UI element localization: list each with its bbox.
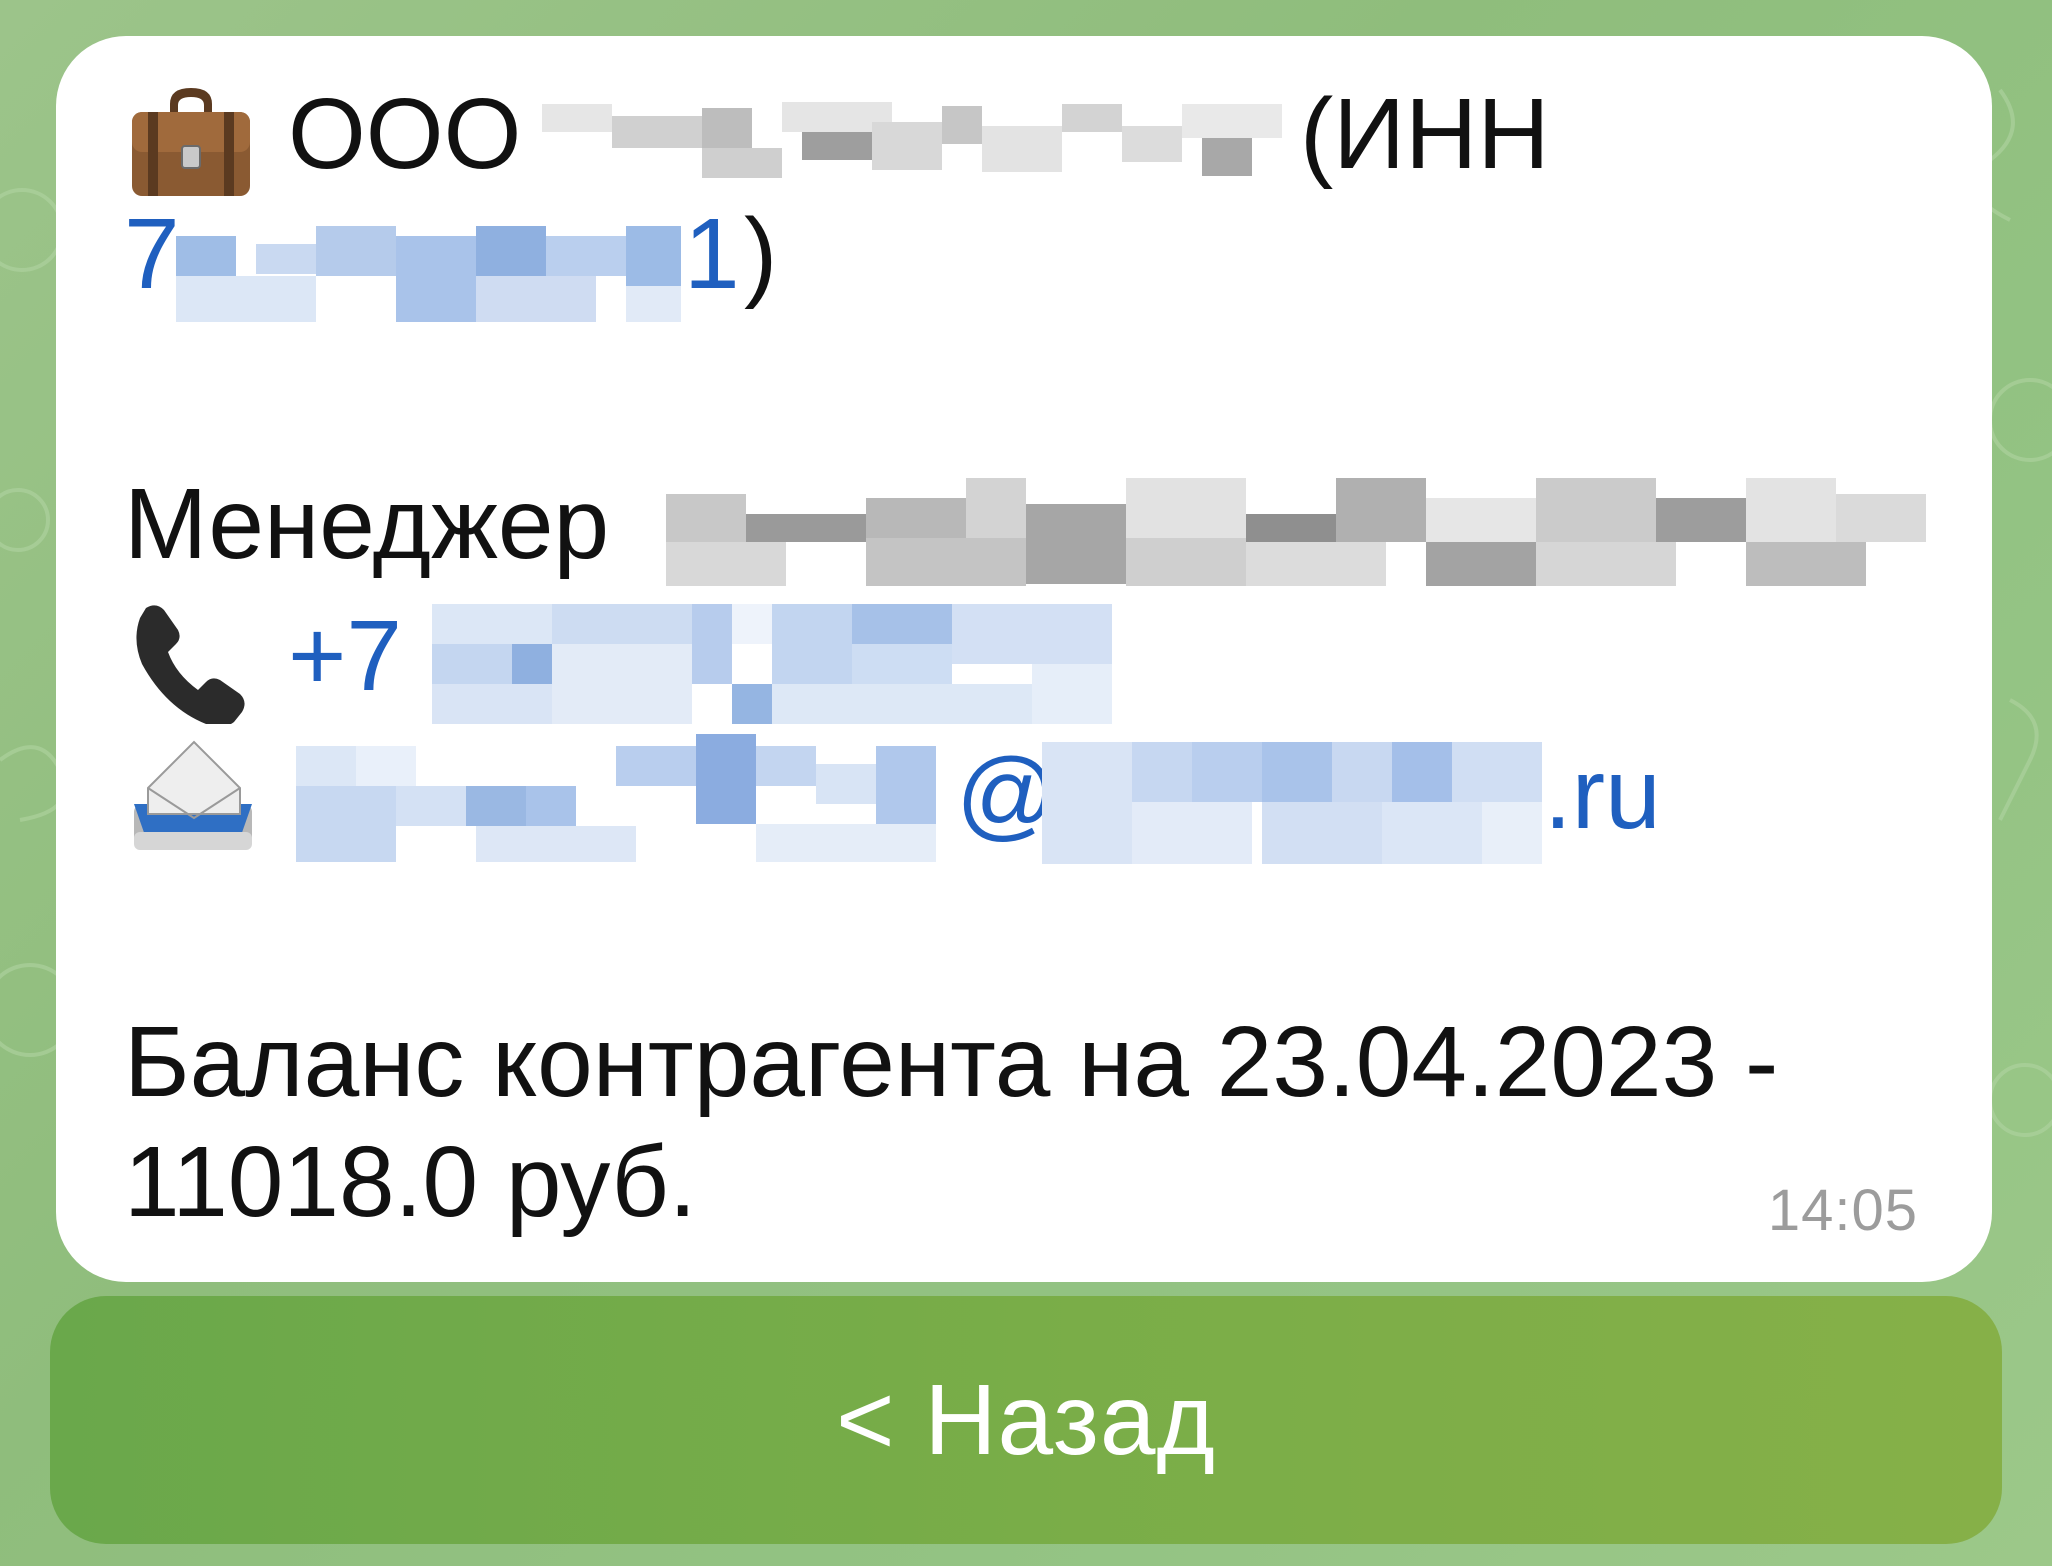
- email-domain-redacted: [1042, 742, 1542, 864]
- back-button[interactable]: < Назад: [50, 1296, 2002, 1544]
- email-suffix-text: ru: [1571, 738, 1661, 850]
- company-prefix: ООО: [288, 78, 522, 190]
- manager-name-redacted: [666, 438, 1926, 588]
- email-user-redacted: [296, 724, 950, 864]
- manager-label: Менеджер: [124, 468, 610, 580]
- telephone-icon: [136, 605, 245, 724]
- message-time: 14:05: [1767, 1178, 1918, 1243]
- email-domain-suffix[interactable]: .ru: [1544, 734, 1661, 854]
- balance-line-2: 11018.0 руб.: [124, 1126, 697, 1238]
- phone-prefix[interactable]: +7: [288, 596, 402, 716]
- balance-line-1: Баланс контрагента на 23.04.2023 -: [124, 1006, 1779, 1118]
- briefcase-icon: [132, 88, 250, 196]
- inn-label: (ИНН: [1300, 78, 1550, 190]
- company-name-redacted: [542, 74, 1294, 194]
- message-bubble: ООО (ИНН 7 1 ) Менеджер +7 @ .ru Баланс …: [56, 36, 1992, 1282]
- back-button-label: < Назад: [836, 1363, 1216, 1476]
- inn-last-digit[interactable]: 1: [684, 194, 740, 314]
- inn-close-paren: ): [744, 198, 778, 310]
- phone-number-redacted: [432, 604, 1112, 724]
- inn-first-digit[interactable]: 7: [124, 194, 180, 314]
- incoming-envelope-icon: [134, 740, 252, 850]
- inn-number-redacted: [176, 196, 706, 322]
